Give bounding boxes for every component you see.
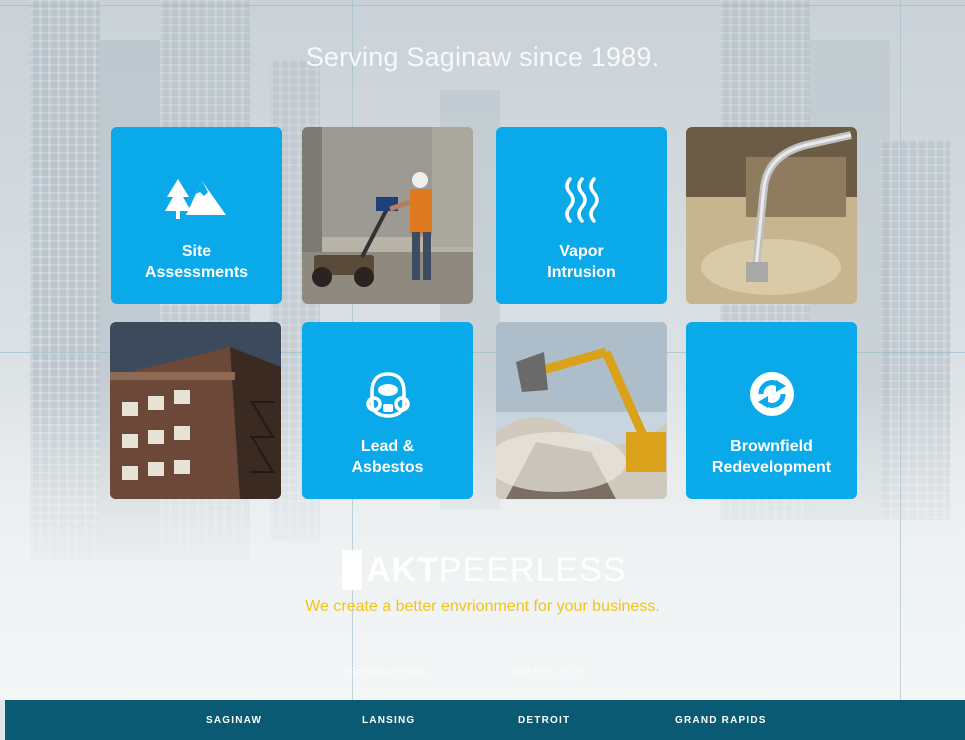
site-assessments-tile[interactable]: Site Assessments xyxy=(111,127,282,304)
contact-phone[interactable]: 989.555.0123 xyxy=(510,665,583,679)
footer-link-grand-rapids[interactable]: GRAND RAPIDS xyxy=(675,700,767,740)
demolition-photo xyxy=(496,322,667,499)
page: Serving Saginaw since 1989. Site Assessm… xyxy=(0,0,965,740)
brownfield-label: Brownfield Redevelopment xyxy=(711,438,832,476)
footer-link-saginaw[interactable]: SAGINAW xyxy=(206,700,262,740)
brick-building-photo xyxy=(110,322,281,499)
slogan: We create a better envrionment for your … xyxy=(305,598,660,615)
lead-asbestos-tile[interactable]: Lead & Asbestos xyxy=(302,322,473,499)
recycle-arrows-icon xyxy=(686,370,857,418)
vapor-intrusion-tile[interactable]: Vapor Intrusion xyxy=(496,127,667,304)
vapor-pin-photo xyxy=(686,127,857,304)
tagline: Serving Saginaw since 1989. xyxy=(305,42,660,72)
vapor-intrusion-label: Vapor Intrusion xyxy=(547,243,616,281)
footer-link-detroit[interactable]: DETROIT xyxy=(518,700,570,740)
akt-peerless-logo[interactable]: AKT PEERLESS xyxy=(342,548,626,592)
ground-radar-photo xyxy=(302,127,473,304)
logo-mark xyxy=(342,550,362,590)
footer-link-lansing[interactable]: LANSING xyxy=(362,700,415,740)
vapor-waves-icon xyxy=(496,175,667,223)
brownfield-tile[interactable]: Brownfield Redevelopment xyxy=(686,322,857,499)
respirator-mask-icon xyxy=(302,370,473,418)
logo-akt-text: AKT xyxy=(366,550,439,589)
trees-mountain-icon xyxy=(111,175,282,223)
lead-asbestos-label: Lead & Asbestos xyxy=(351,438,424,476)
footer-nav: SAGINAW LANSING DETROIT GRAND RAPIDS xyxy=(5,700,965,740)
contact-office[interactable]: Saginaw Office xyxy=(348,665,429,679)
site-assessments-label: Site Assessments xyxy=(144,243,249,281)
logo-peerless-text: PEERLESS xyxy=(438,550,627,589)
